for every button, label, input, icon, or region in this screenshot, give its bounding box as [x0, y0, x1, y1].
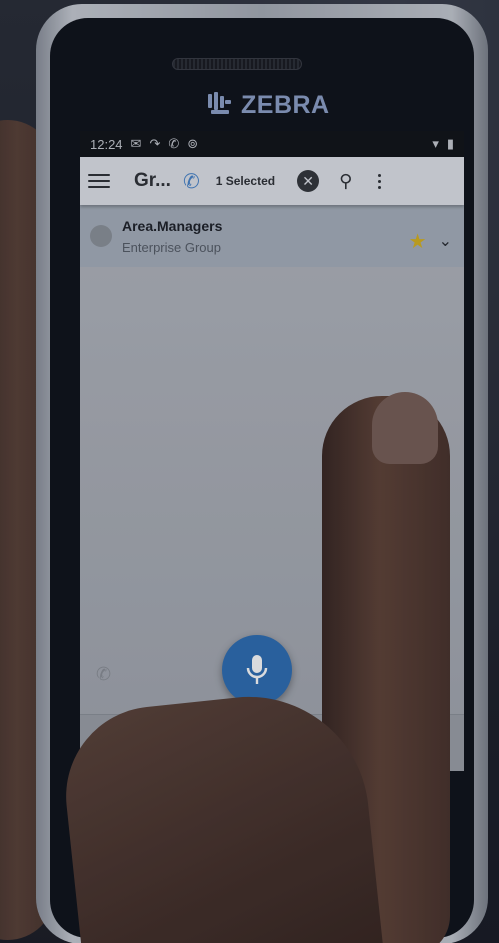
phone-status-icon: ✆ — [168, 136, 180, 151]
fingernail — [372, 392, 438, 464]
selection-count: 1 Selected — [215, 174, 276, 188]
photo-scene: ZEBRA 12:24 ✉ ↷ ✆ ⊚ ▾ ▮ Gr... ✆ 1 Select… — [0, 0, 499, 943]
battery-icon: ▮ — [446, 136, 454, 151]
brand-name: ZEBRA — [241, 90, 330, 119]
zebra-head-icon — [208, 92, 231, 114]
brand-logo: ZEBRA — [205, 90, 330, 120]
group-type: Enterprise Group — [122, 239, 221, 255]
sync-icon: ⊚ — [187, 136, 199, 151]
app-bar: Gr... ✆ 1 Selected ✕ ⚲ — [80, 157, 464, 205]
missed-call-icon: ↷ — [149, 136, 161, 151]
avatar — [90, 225, 112, 247]
phone-icon[interactable]: ✆ — [183, 169, 200, 194]
push-to-talk-button[interactable] — [222, 635, 292, 705]
list-item[interactable]: Area.Managers Enterprise Group ★ ⌄ — [80, 205, 464, 267]
phone-icon[interactable]: ✆ — [96, 664, 111, 685]
search-icon[interactable]: ⚲ — [339, 171, 352, 192]
status-time: 12:24 — [90, 136, 123, 152]
more-vert-icon[interactable] — [378, 173, 382, 189]
menu-icon[interactable] — [88, 174, 110, 188]
star-icon[interactable]: ★ — [409, 229, 427, 254]
wifi-icon: ▾ — [432, 136, 439, 151]
close-circle-icon[interactable]: ✕ — [297, 170, 320, 192]
microphone-icon — [246, 655, 268, 684]
mail-icon: ✉ — [130, 136, 142, 151]
page-title: Gr... — [134, 170, 171, 191]
group-name: Area.Managers — [122, 217, 223, 234]
earpiece-speaker — [172, 58, 302, 70]
status-bar: 12:24 ✉ ↷ ✆ ⊚ ▾ ▮ — [80, 131, 464, 157]
chevron-down-icon[interactable]: ⌄ — [439, 231, 452, 251]
